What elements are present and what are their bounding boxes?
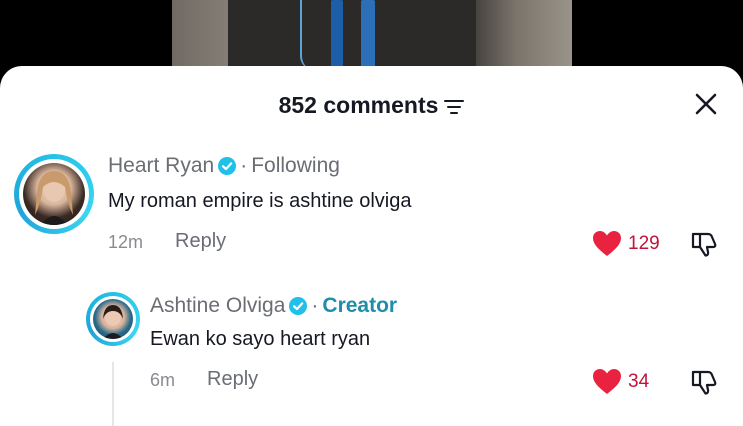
verified-badge-icon [218, 157, 237, 175]
comment-author-name[interactable]: Heart Ryan [108, 154, 214, 178]
comments-sheet: 852 comments Heart Ryan · Following My r… [0, 66, 743, 426]
comment-author-row: Heart Ryan · Following [108, 154, 340, 178]
reply-button[interactable]: Reply [207, 368, 258, 391]
reply-author-row: Ashtine Olviga · Creator [150, 294, 397, 318]
reply-button[interactable]: Reply [175, 230, 226, 253]
comment-time: 12m [108, 232, 144, 252]
avatar[interactable] [14, 154, 94, 234]
close-button[interactable] [692, 90, 720, 118]
comment-text: My roman empire is ashtine olviga [108, 190, 412, 212]
comments-title[interactable]: 852 comments [0, 92, 743, 119]
reply-author-name[interactable]: Ashtine Olviga [150, 294, 285, 318]
close-icon [695, 93, 717, 115]
comments-count-label: 852 comments [278, 92, 439, 118]
dislike-button[interactable] [690, 230, 718, 258]
avatar-image [35, 171, 73, 225]
thumbs-down-icon [691, 232, 717, 257]
comments-header: 852 comments [0, 88, 743, 124]
filter-icon[interactable] [444, 98, 465, 114]
separator-dot: · [240, 154, 248, 177]
avatar[interactable] [86, 292, 140, 346]
separator-dot: · [311, 294, 319, 317]
creator-label: Creator [322, 294, 398, 317]
following-label: Following [251, 154, 340, 177]
heart-icon [593, 231, 621, 256]
reply-text: Ewan ko sayo heart ryan [150, 328, 371, 350]
dislike-button[interactable] [690, 368, 718, 396]
heart-icon [593, 369, 621, 394]
reply-time: 6m [150, 370, 176, 390]
verified-badge-icon [289, 297, 308, 315]
like-count: 34 [628, 370, 650, 392]
reply-item: Ashtine Olviga · Creator Ewan ko sayo he… [0, 290, 743, 420]
like-button[interactable]: 34 [592, 368, 649, 395]
like-button[interactable]: 129 [592, 230, 660, 257]
earphone-cord [300, 0, 320, 70]
like-count: 129 [628, 232, 660, 254]
avatar-image [103, 305, 123, 339]
comment-item: Heart Ryan · Following My roman empire i… [0, 150, 743, 270]
thumbs-down-icon [691, 370, 717, 395]
